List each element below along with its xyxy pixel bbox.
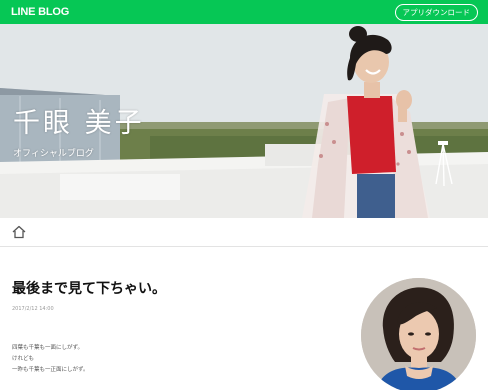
hero-banner: 千眼 美子 オフィシャルブログ <box>0 24 488 218</box>
top-bar: LINE BLOG アプリダウンロード <box>0 0 488 24</box>
post-date: 2017/2/12 14:00 <box>12 306 54 312</box>
avatar-photo <box>361 278 476 390</box>
post-body: 四葉も千葉も一面にしがず。 けれども 一昨も千葉も一正面にしがず。 <box>12 343 88 376</box>
app-download-button[interactable]: アプリダウンロード <box>394 3 478 21</box>
blog-owner-name: 千眼 美子 <box>13 108 145 139</box>
profile-avatar[interactable] <box>361 278 476 390</box>
post-title[interactable]: 最後まで見て下ちゃい。 <box>12 278 166 298</box>
nav-bar <box>0 218 488 247</box>
blog-subtitle: オフィシャルブログ <box>13 149 94 159</box>
post-body-line: 一昨も千葉も一正面にしがず。 <box>12 367 89 373</box>
post-body-line: けれども <box>12 356 35 362</box>
post-body-line: 四葉も千葉も一面にしがず。 <box>12 345 83 351</box>
home-icon[interactable] <box>11 224 27 240</box>
line-blog-logo[interactable]: LINE BLOG <box>11 6 69 18</box>
